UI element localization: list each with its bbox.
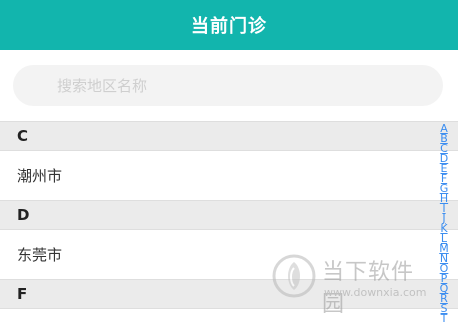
city-name: 潮州市 [17,167,63,185]
section-header-d: D [0,200,458,230]
header-bar: 当前门诊 [0,0,458,50]
alphabet-index-bar[interactable]: ABCDEFGHIJKLMNOPQRST [438,123,450,322]
section-header-c: C [0,121,458,151]
watermark: 当下软件园 www.downxia.com [272,252,426,317]
search-area [0,50,458,121]
index-letter[interactable]: T [441,313,448,322]
screen: 当前门诊 C 潮州市 D 东莞市 F ABCDEFGHIJKLMNOPQRST … [0,0,458,322]
search-input[interactable] [55,75,419,96]
city-name: 东莞市 [17,246,63,264]
section-letter: C [17,127,29,145]
section-letter: F [17,285,28,303]
watermark-logo-icon [272,254,316,298]
page-title: 当前门诊 [191,16,267,37]
watermark-url: www.downxia.com [324,286,427,299]
city-item[interactable]: 潮州市 [0,151,458,200]
section-letter: D [17,206,30,224]
search-box[interactable] [13,65,443,106]
